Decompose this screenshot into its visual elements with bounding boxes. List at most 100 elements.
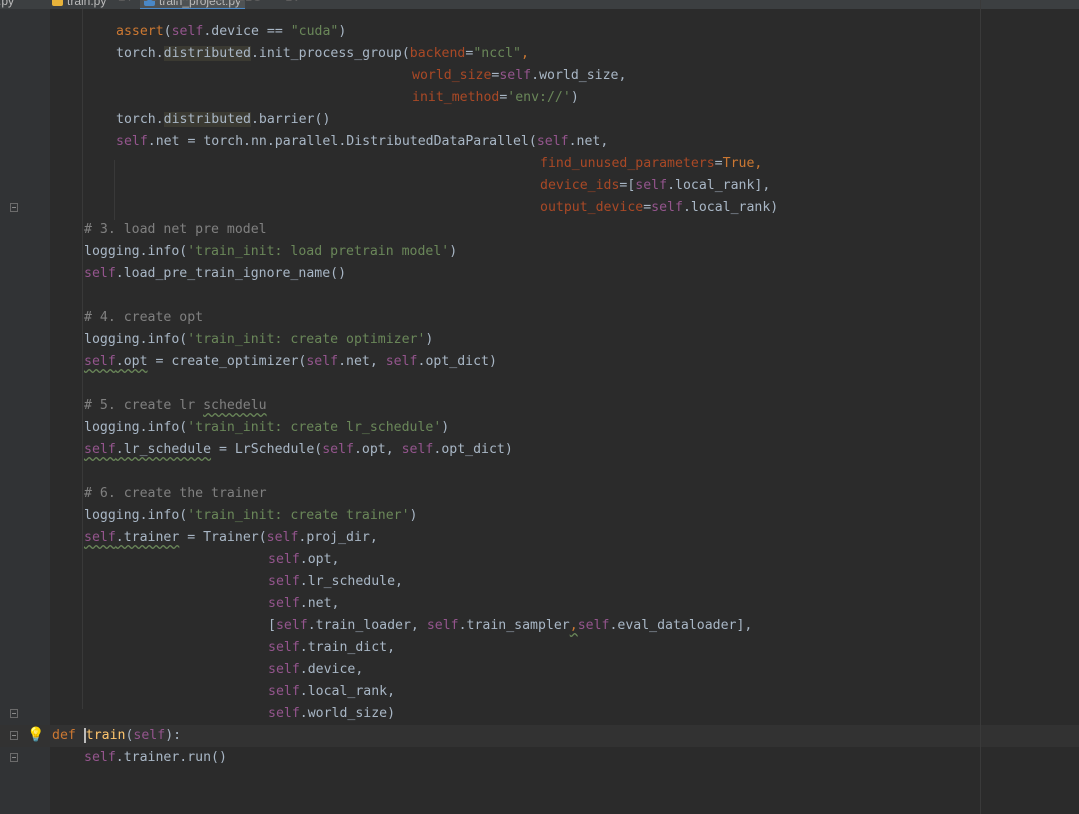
code-line: device_ids=[self.local_rank], [540, 175, 770, 197]
code-token: distributed [163, 46, 251, 61]
code-token: self [268, 684, 300, 699]
code-token: ) [409, 508, 418, 523]
code-token: .opt, [353, 442, 402, 457]
code-token: , [520, 46, 529, 61]
code-token: self [306, 354, 339, 369]
code-comment: # 5. create lr schedelu [84, 395, 267, 417]
code-token: logging.info( [84, 508, 188, 523]
code-line: world_size=self.world_size, [412, 65, 626, 87]
code-token: = [714, 156, 723, 171]
code-token: def [52, 728, 84, 743]
code-line: find_unused_parameters=True, [540, 153, 762, 175]
fold-marker-icon[interactable] [10, 203, 18, 212]
code-token: 'train_init: create optimizer' [187, 332, 426, 347]
code-token: torch. [116, 46, 164, 61]
code-token: .net = torch.nn.parallel.DistributedData… [147, 134, 537, 149]
code-line: self.lr_schedule, [268, 571, 403, 593]
code-token: .barrier() [250, 112, 331, 127]
code-token: =[ [619, 178, 636, 193]
code-comment: # 4. create opt [84, 310, 204, 325]
code-token: .train_loader, [307, 618, 427, 633]
line-gutter[interactable] [0, 9, 50, 814]
code-token: , [754, 156, 763, 171]
code-line: logging.info('train_init: create trainer… [84, 505, 417, 527]
code-token: self [385, 354, 418, 369]
code-token: self [268, 706, 300, 721]
code-token: .opt [115, 354, 148, 369]
fold-marker-icon[interactable] [10, 753, 18, 762]
code-token: .local_rank) [682, 200, 779, 215]
lightbulb-icon[interactable]: 💡 [27, 726, 44, 744]
code-line: logging.info('train_init: create optimiz… [84, 329, 433, 351]
code-line: self.trainer.run() [84, 747, 227, 769]
code-token: [ [268, 618, 276, 633]
code-line: self.lr_schedule = LrSchedule(self.opt, … [84, 439, 513, 461]
code-token: .init_process_group( [250, 46, 410, 61]
code-token: self [275, 618, 308, 633]
code-line: self.train_dict, [268, 637, 395, 659]
code-token: "cuda" [290, 24, 339, 39]
code-comment: # 6. create the trainer [84, 486, 267, 501]
code-line: init_method='env://') [412, 87, 579, 109]
code-token: distributed [163, 112, 251, 127]
code-token: .device == [203, 24, 291, 39]
code-token: self [577, 618, 610, 633]
code-token: = [643, 200, 652, 215]
code-token: 'train_init: create lr_schedule' [187, 420, 442, 435]
code-token: = LrSchedule( [211, 442, 323, 457]
code-token: logging.info( [84, 420, 188, 435]
code-token: self [635, 178, 668, 193]
code-line: logging.info('train_init: load pretrain … [84, 241, 457, 263]
code-token: True [722, 156, 755, 171]
code-token: = create_optimizer( [147, 354, 307, 369]
code-token: .lr_schedule, [299, 574, 403, 589]
code-token: # 5. create lr [84, 398, 204, 413]
code-token: .trainer [115, 530, 180, 545]
code-token: self [268, 662, 300, 677]
code-line: def train(self): [52, 725, 181, 747]
code-line: self.net, [268, 593, 339, 615]
code-token: ) [425, 332, 434, 347]
code-token: .world_size, [531, 68, 627, 83]
code-line: self.load_pre_train_ignore_name() [84, 263, 346, 285]
code-token: schedelu [203, 398, 267, 413]
code-token: self [401, 442, 434, 457]
code-line: self.trainer = Trainer(self.proj_dir, [84, 527, 378, 549]
code-line: if self.world_size > 1: [86, 0, 301, 9]
code-token: self [426, 618, 459, 633]
code-line: self.world_size) [268, 703, 395, 725]
code-token: world_size [412, 68, 492, 83]
code-token: .device, [299, 662, 364, 677]
code-token: self [84, 354, 116, 369]
code-token: find_unused_parameters [540, 156, 715, 171]
code-token: logging.info( [84, 332, 188, 347]
code-token: .train_sampler [458, 618, 570, 633]
code-token: 'env://' [507, 90, 571, 105]
code-token: logging.info( [84, 244, 188, 259]
tab-label: .py [0, 0, 15, 8]
code-token: = Trainer( [179, 530, 267, 545]
code-token: .train_dict, [299, 640, 396, 655]
code-token: self [268, 640, 300, 655]
code-comment: # 3. load net pre model [84, 222, 267, 237]
fold-marker-icon[interactable] [10, 731, 18, 740]
code-token: ) [449, 244, 458, 259]
tab-py[interactable]: .py [0, 0, 14, 8]
code-token: device_ids [540, 178, 620, 193]
code-token: self [84, 442, 116, 457]
code-token: 'train_init: create trainer' [187, 508, 410, 523]
code-token: ): [165, 728, 182, 743]
code-token: .eval_dataloader], [609, 618, 753, 633]
code-token: .local_rank], [667, 178, 771, 193]
code-token: .opt_dict) [417, 354, 497, 369]
code-token: ) [441, 420, 450, 435]
code-token: .opt_dict) [433, 442, 513, 457]
code-token: self [499, 68, 532, 83]
code-line: self.opt = create_optimizer(self.net, se… [84, 351, 497, 373]
code-editor[interactable]: if self.world_size > 1: assert(self.devi… [50, 0, 1079, 814]
code-line: torch.distributed.barrier() [116, 109, 330, 131]
code-token: self [268, 552, 300, 567]
code-token: self [268, 596, 300, 611]
fold-marker-icon[interactable] [10, 709, 18, 718]
code-line: [self.train_loader, self.train_sampler,s… [268, 615, 752, 637]
